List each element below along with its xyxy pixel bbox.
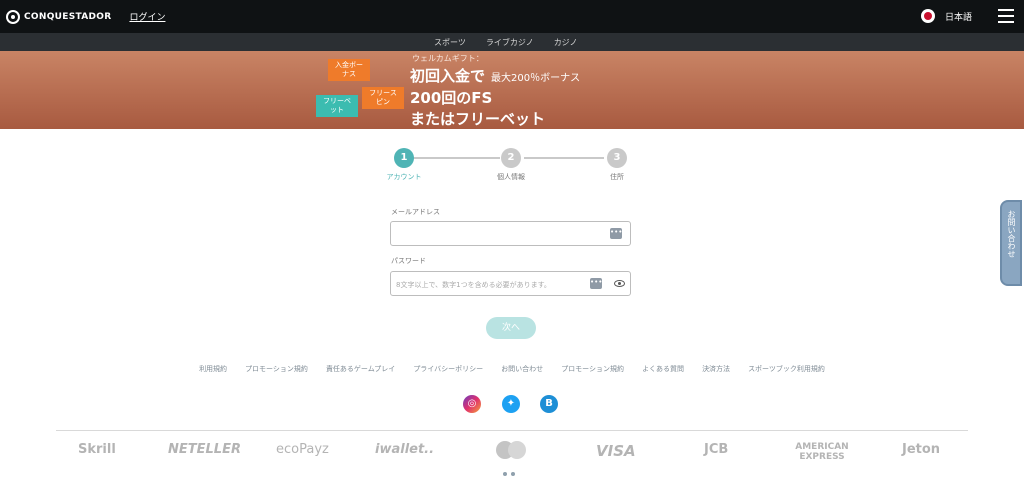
amex-logo: AMERICAN EXPRESS [795,442,849,462]
step-connector [524,157,604,159]
step-account: 1 アカウント [387,148,422,181]
freebet-tag: フリーベット [316,95,358,117]
login-link[interactable]: ログイン [129,10,165,23]
footer-link-promo-terms-2[interactable]: プロモーション規約 [561,364,624,374]
show-password-icon[interactable] [614,280,625,287]
step-label: 個人情報 [497,173,525,181]
welcome-banner: 入金ボーナス フリーベット フリースピン ウェルカムギフト： 初回入金で 最大20… [0,51,1024,129]
skrill-logo: Skrill [78,442,116,457]
contact-tab[interactable]: お問い合わせ [1000,200,1022,286]
footer-link-privacy[interactable]: プライバシーポリシー [413,364,483,374]
contact-tab-label: お問い合わせ [1007,210,1016,258]
ecopayz-logo: ecoPayz [276,442,329,457]
step-number: 3 [607,148,627,168]
max-bonus-text: 最大200％ボーナス [491,73,581,84]
category-nav: スポーツ ライブカジノ カジノ [0,33,1024,54]
registration-steps: 1 アカウント 2 個人情報 3 住所 [380,148,640,184]
banner-graphic: 入金ボーナス フリーベット フリースピン [316,57,406,127]
deposit-bonus-tag: 入金ボーナス [328,59,370,81]
step-number: 1 [394,148,414,168]
visa-logo: VISA [596,442,636,460]
top-bar: CONQUESTADOR ログイン 日本語 [0,0,1024,33]
password-field[interactable]: 8文字以上で、数字1つを含める必要があります。 ••• [390,271,631,296]
freespin-tag: フリースピン [362,87,404,109]
email-field[interactable]: ••• [390,221,631,246]
logo-icon [6,9,20,24]
step-label: アカウント [386,173,422,181]
banner-headline-2: 200回のFS [410,89,493,107]
password-placeholder: 8文字以上で、数字1つを含める必要があります。 [396,281,551,289]
logo-text: CONQUESTADOR [24,11,112,22]
footer-links: 利用規約 プロモーション規約 責任あるゲームプレイ プライバシーポリシー お問い… [0,364,1024,374]
email-label: メールアドレス [391,208,440,216]
password-label: パスワード [391,257,426,265]
footer-link-faq[interactable]: よくある質問 [642,364,684,374]
step-number: 2 [501,148,521,168]
language-label: 日本語 [944,12,972,23]
japan-flag-icon [920,9,935,23]
footer-link-responsible-gaming[interactable]: 責任あるゲームプレイ [326,364,395,374]
b-icon[interactable]: B [540,395,558,413]
mastercard-icon [496,441,526,459]
next-button[interactable]: 次へ [486,317,536,339]
welcome-text: ウェルカムギフト： [412,54,484,63]
banner-headline-3: またはフリーベット [410,110,546,128]
step-label: 住所 [610,173,624,181]
footer-link-sportsbook-terms[interactable]: スポーツブック利用規約 [748,364,825,374]
first-deposit-text: 初回入金で [410,67,486,85]
menu-icon[interactable] [998,9,1014,23]
banner-headline-1: 初回入金で 最大200％ボーナス [410,65,580,86]
twitter-icon[interactable]: ✦ [502,395,520,413]
logo[interactable]: CONQUESTADOR [6,9,112,24]
footer-link-terms[interactable]: 利用規約 [199,364,227,374]
footer-link-promo-terms[interactable]: プロモーション規約 [245,364,308,374]
autofill-icon[interactable]: ••• [610,228,622,239]
instagram-icon[interactable]: ◎ [463,395,481,413]
language-selector[interactable]: 日本語 [920,9,972,23]
step-address: 3 住所 [607,148,627,181]
footer-link-payment-methods[interactable]: 決済方法 [702,364,730,374]
carousel-pager[interactable] [503,472,519,476]
footer-link-contact[interactable]: お問い合わせ [501,364,543,374]
jcb-logo: JCB [704,442,729,457]
iwallet-logo: iwallet.. [375,442,435,457]
neteller-logo: NETELLER [168,442,241,457]
footer-divider [56,430,968,431]
step-personal-info: 2 個人情報 [497,148,525,181]
autofill-icon[interactable]: ••• [590,278,602,289]
jeton-logo: Jeton [902,442,941,457]
step-connector [402,157,500,159]
